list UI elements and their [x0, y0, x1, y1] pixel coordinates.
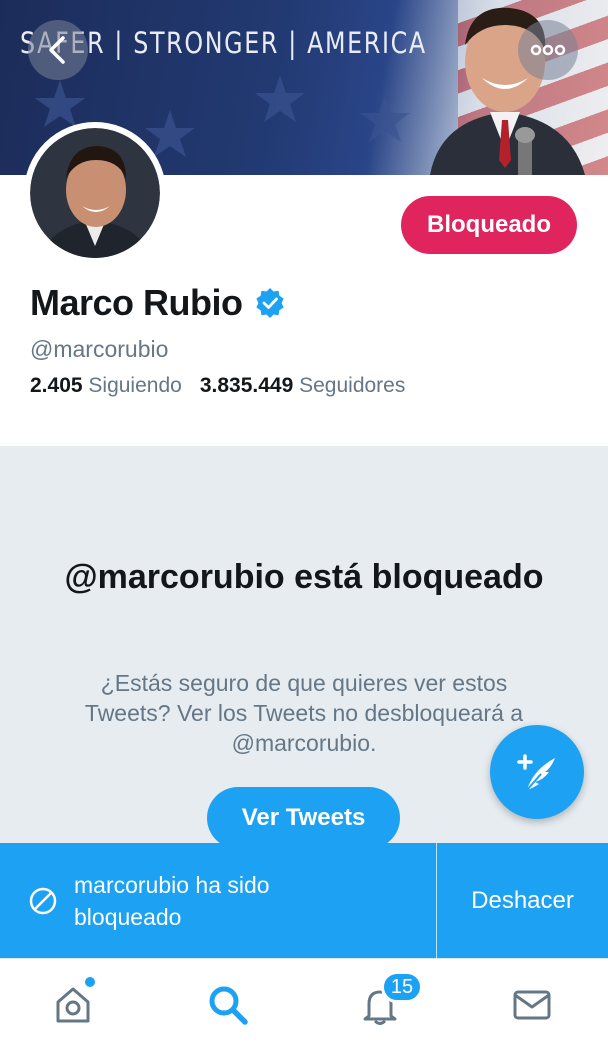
messages-icon [513, 990, 551, 1020]
snackbar-message: marcorubio ha sido bloqueado [74, 871, 270, 930]
notifications-badge: 15 [381, 971, 423, 1003]
home-icon [56, 987, 90, 1023]
profile-name-row: Marco Rubio [30, 282, 285, 324]
tab-messages[interactable] [510, 983, 554, 1027]
blocked-button[interactable]: Bloqueado [401, 196, 577, 254]
home-new-content-dot [85, 977, 95, 987]
following-count: 2.405 [30, 374, 83, 397]
more-dots-icon [530, 44, 566, 56]
search-icon [209, 986, 248, 1025]
bottom-tab-bar: 15 [0, 958, 608, 1051]
compose-tweet-button[interactable] [490, 725, 584, 819]
tab-search[interactable] [206, 983, 250, 1027]
compose-feather-icon [517, 754, 555, 791]
banner-person-image [430, 7, 585, 175]
back-button[interactable] [28, 20, 88, 80]
avatar-image [30, 128, 160, 258]
profile-name: Marco Rubio [30, 282, 243, 323]
profile-handle: @marcorubio [30, 336, 169, 362]
undo-button[interactable]: Deshacer [437, 843, 608, 958]
chevron-left-icon [49, 36, 65, 64]
more-options-button[interactable] [518, 20, 578, 80]
following-stat[interactable]: 2.405 Siguiendo [30, 374, 182, 397]
blocked-icon [29, 887, 57, 914]
blocked-snackbar: marcorubio ha sido bloqueado Deshacer [0, 843, 608, 958]
profile-stats: 2.405 Siguiendo 3.835.449 Seguidores [30, 374, 405, 398]
view-tweets-button[interactable]: Ver Tweets [207, 787, 400, 849]
snackbar-message-area: marcorubio ha sido bloqueado [0, 843, 436, 958]
followers-label: Seguidores [299, 374, 406, 397]
followers-count: 3.835.449 [199, 374, 294, 397]
following-label: Siguiendo [88, 374, 182, 397]
tab-home[interactable] [51, 983, 95, 1027]
followers-stat[interactable]: 3.835.449 Seguidores [200, 374, 406, 397]
verified-badge-icon [255, 288, 284, 318]
profile-avatar[interactable] [24, 122, 166, 264]
blocked-notice-title: @marcorubio está bloqueado [64, 558, 544, 596]
blocked-notice-description: ¿Estás seguro de que quieres ver estos T… [84, 670, 524, 756]
